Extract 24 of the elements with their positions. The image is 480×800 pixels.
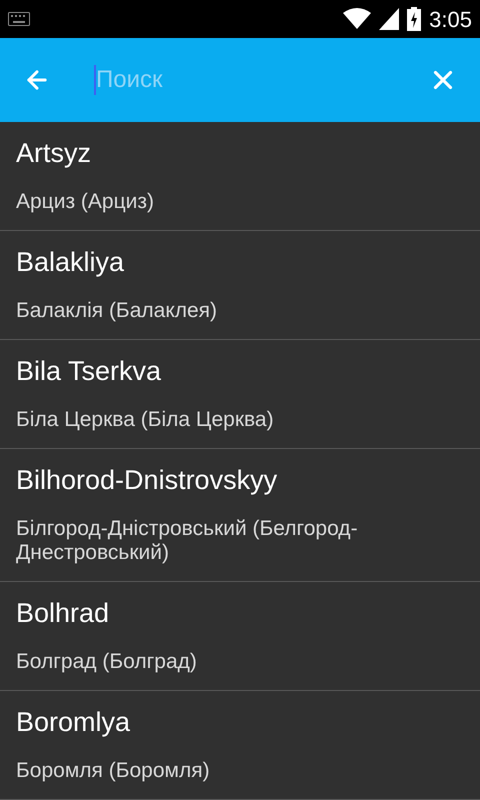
result-subtitle: Болград (Болград) bbox=[16, 650, 198, 674]
result-title: Bolhrad bbox=[16, 599, 110, 627]
result-title: Artsyz bbox=[16, 139, 92, 167]
result-title: Boromlya bbox=[16, 708, 132, 736]
status-time: 3:05 bbox=[429, 6, 472, 34]
wifi-icon bbox=[343, 8, 372, 30]
result-item[interactable]: Bila Tserkva Біла Церква (Біла Церква) bbox=[0, 340, 480, 449]
result-item[interactable]: Balakliya Балаклія (Балаклея) bbox=[0, 231, 480, 340]
keyboard-icon bbox=[8, 12, 30, 26]
result-subtitle: Біла Церква (Біла Церква) bbox=[16, 408, 275, 432]
text-cursor bbox=[94, 65, 96, 95]
result-title: Balakliya bbox=[16, 248, 126, 276]
result-item[interactable]: Bilhorod-Dnistrovskyy Білгород-Дністровський (Белгород-Днестровський) bbox=[0, 449, 480, 582]
result-item[interactable]: Boromlya Боромля (Боромля) bbox=[0, 691, 480, 800]
result-item[interactable]: Artsyz Арциз (Арциз) bbox=[0, 122, 480, 231]
result-title: Bilhorod-Dnistrovskyy bbox=[16, 466, 278, 494]
battery-icon bbox=[407, 7, 422, 31]
result-title: Bila Tserkva bbox=[16, 357, 162, 385]
result-item[interactable]: Bolhrad Болград (Болград) bbox=[0, 582, 480, 691]
signal-icon bbox=[379, 8, 400, 30]
result-subtitle: Білгород-Дністровський (Белгород-Днестровський) bbox=[16, 517, 359, 565]
result-subtitle: Боромля (Боромля) bbox=[16, 759, 211, 783]
result-subtitle: Арциз (Арциз) bbox=[16, 190, 155, 214]
result-subtitle: Балаклія (Балаклея) bbox=[16, 299, 218, 323]
